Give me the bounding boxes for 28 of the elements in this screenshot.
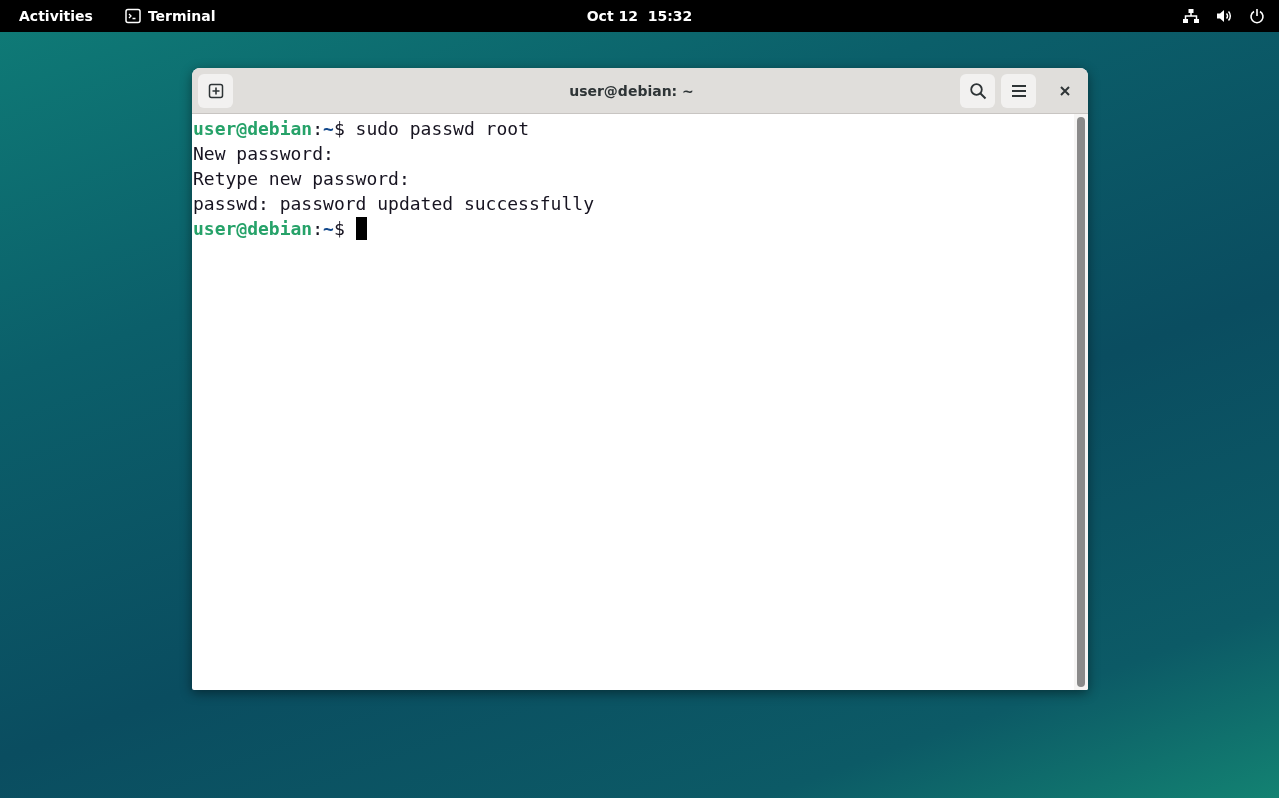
prompt-user: user@debian (193, 217, 313, 241)
plus-box-icon (207, 82, 224, 99)
clock-button[interactable]: Oct 12 15:32 (575, 4, 704, 28)
menu-icon (1010, 83, 1027, 98)
terminal-text: $ (333, 217, 346, 241)
activities-button[interactable]: Activities (8, 4, 104, 28)
prompt-path: ~ (323, 217, 334, 241)
search-button[interactable] (960, 73, 995, 108)
terminal-text: Retype new password: (193, 167, 410, 191)
window-title: user@debian: ~ (568, 82, 695, 99)
menu-button[interactable] (1001, 73, 1036, 108)
terminal-text: New password: (193, 142, 334, 166)
app-menu-button[interactable]: Terminal (113, 4, 227, 28)
text-cursor (355, 217, 367, 240)
terminal-icon (124, 8, 141, 24)
prompt-path: ~ (323, 117, 334, 141)
app-name: Terminal (147, 8, 216, 24)
close-icon (1060, 85, 1070, 96)
terminal-text: : (312, 117, 324, 141)
prompt-user: user@debian (193, 117, 313, 141)
new-tab-button[interactable] (198, 73, 233, 108)
terminal-text: passwd: password updated successfully (193, 192, 594, 216)
terminal-text: : (312, 217, 324, 241)
search-icon (968, 81, 987, 100)
speaker-icon[interactable] (1216, 8, 1233, 24)
terminal-text: $ sudo passwd root (333, 117, 529, 141)
network-icon[interactable] (1182, 8, 1200, 24)
power-icon[interactable] (1249, 8, 1265, 24)
